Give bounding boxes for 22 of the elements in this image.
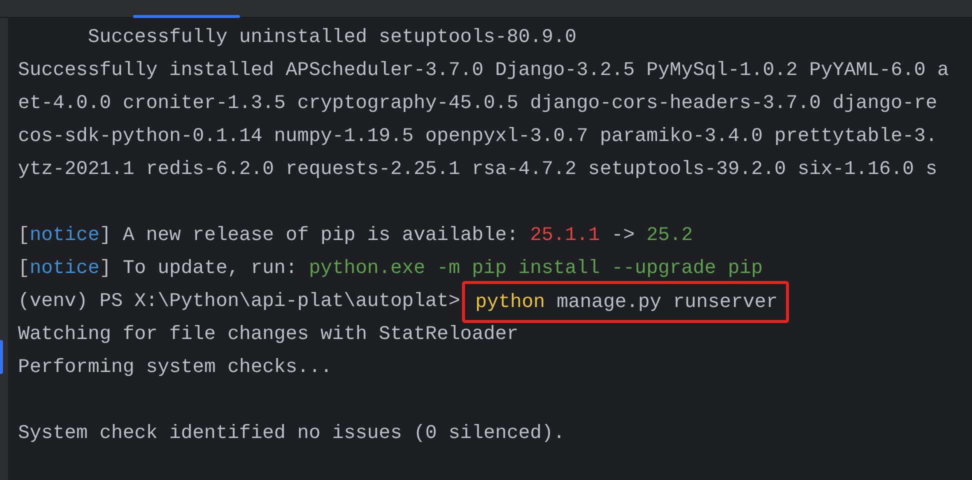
output-text: (venv) PS X:\Python\api-plat\autoplat> bbox=[18, 289, 460, 314]
output-text: cos-sdk-python-0.1.14 numpy-1.19.5 openpyxl-3.0.7 paramiko-3.4.0 prettytable-3. bbox=[18, 124, 938, 149]
gutter-marker bbox=[0, 340, 3, 374]
output-text: [ bbox=[18, 223, 30, 248]
command-hint-text: python.exe -m pip install --upgrade pip bbox=[308, 256, 763, 281]
output-text: ] A new release of pip is available: bbox=[99, 223, 520, 248]
notice-label: notice bbox=[30, 256, 100, 281]
notice-label: notice bbox=[30, 223, 100, 248]
output-text: Successfully installed APScheduler-3.7.0 Django-3.2.5 PyMySql-1.0.2 PyYAML-6.0 a bbox=[18, 58, 949, 83]
output-text: System check identified no issues (0 silenced). bbox=[18, 421, 565, 446]
old-version-text: 25.1.1 bbox=[530, 223, 600, 248]
output-text: -> bbox=[610, 223, 636, 248]
output-text: [ bbox=[18, 256, 30, 281]
output-text: ] To update, run: bbox=[99, 256, 298, 281]
output-text: Successfully uninstalled setuptools-80.9.0 bbox=[86, 25, 577, 50]
output-text: et-4.0.0 croniter-1.3.5 cryptography-45.0.5 django-cors-headers-3.7.0 django-re bbox=[18, 91, 938, 116]
output-text: Watching for file changes with StatReloader bbox=[18, 322, 518, 347]
output-text: Performing system checks... bbox=[18, 355, 332, 380]
command-keyword: python bbox=[475, 290, 546, 314]
output-text: manage.py runserver bbox=[556, 290, 778, 314]
output-text: ytz-2021.1 redis-6.2.0 requests-2.25.1 rsa-4.7.2 setuptools-39.2.0 six-1.16.0 s bbox=[18, 157, 938, 182]
new-version-text: 25.2 bbox=[646, 223, 693, 248]
